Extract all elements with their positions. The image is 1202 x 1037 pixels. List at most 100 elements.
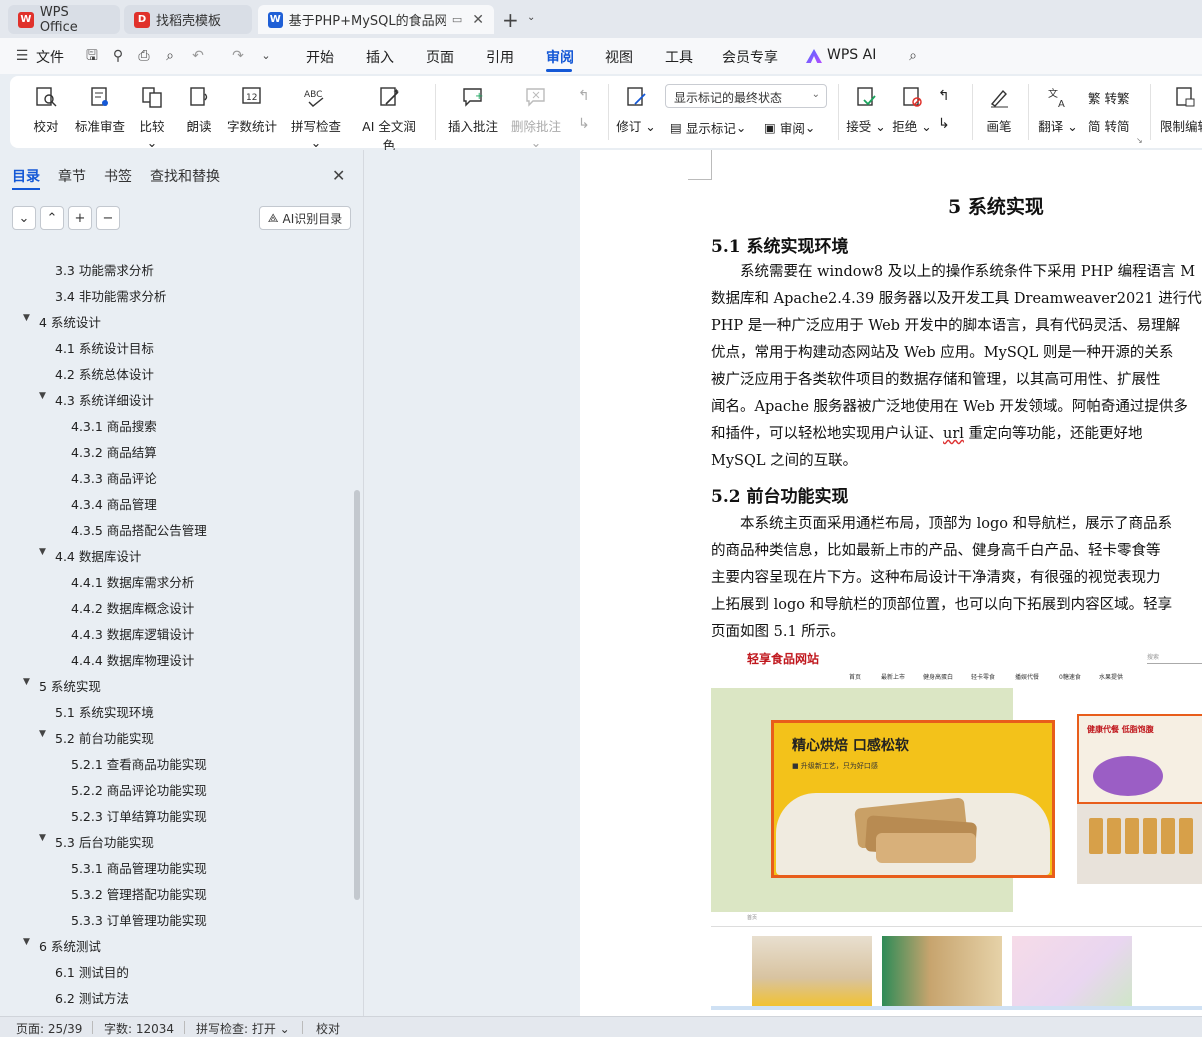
- nav-tab-find-replace[interactable]: 查找和替换: [150, 166, 220, 186]
- toc-item[interactable]: 4.4.1 数据库需求分析: [71, 572, 194, 592]
- chevron-down-icon[interactable]: ⌄: [258, 48, 274, 64]
- show-markup-button[interactable]: ▤ 显示标记 ⌄: [670, 118, 746, 137]
- new-tab-plus-icon[interactable]: +: [502, 8, 519, 32]
- undo-icon[interactable]: ↶: [190, 48, 206, 64]
- toc-item[interactable]: 4.4.4 数据库物理设计: [71, 650, 194, 670]
- insert-comment-button[interactable]: + 插入批注: [447, 84, 499, 135]
- toc-item[interactable]: ▼ 4.3 系统详细设计: [39, 390, 154, 410]
- print-preview-icon[interactable]: ⌕: [162, 48, 178, 64]
- nav-tab-sections[interactable]: 章节: [58, 166, 86, 186]
- toc-item[interactable]: ▼ 4 系统设计: [23, 312, 101, 332]
- markup-state-select[interactable]: 显示标记的最终状态 ⌄: [665, 84, 827, 108]
- next-change-icon[interactable]: ↳: [938, 116, 950, 132]
- figure-site-screenshot[interactable]: 轻享食品网站 搜索 首页 最新上市 健身高蛋白 轻卡零食 播娱代餐 0糖速食 水…: [711, 648, 1202, 1016]
- link-icon[interactable]: ⚲: [110, 48, 126, 64]
- toc-item[interactable]: 6.2 测试方法: [55, 988, 129, 1008]
- menu-review[interactable]: 审阅: [546, 47, 574, 67]
- spell-check-button[interactable]: ABC 拼写检查 ⌄: [286, 84, 346, 150]
- restrict-edit-button[interactable]: 限制编辑: [1160, 84, 1202, 135]
- toc-item[interactable]: 5.1 系统实现环境: [55, 702, 154, 722]
- toc-scrollbar[interactable]: [354, 490, 360, 900]
- menu-file[interactable]: 文件: [36, 47, 64, 67]
- toc-item[interactable]: 4.3.2 商品结算: [71, 442, 157, 462]
- collapse-all-button[interactable]: ⌄: [12, 206, 36, 230]
- tab-docer[interactable]: D 找稻壳模板: [124, 5, 252, 34]
- toc-item[interactable]: 3.3 功能需求分析: [55, 260, 154, 280]
- nav-tab-toc[interactable]: 目录: [12, 166, 40, 186]
- tab-wps-office[interactable]: W WPS Office: [8, 5, 120, 35]
- to-simplified-button[interactable]: 简转简: [1088, 116, 1130, 135]
- toc-item[interactable]: 5.3.3 订单管理功能实现: [71, 910, 207, 930]
- ribbon-expand-icon[interactable]: ↘: [1136, 136, 1143, 145]
- translate-button[interactable]: 文A 翻译 ⌄: [1038, 84, 1078, 135]
- toc-item[interactable]: 4.2 系统总体设计: [55, 364, 154, 384]
- toc-item[interactable]: ▼ 5.3 后台功能实现: [39, 832, 154, 852]
- tab-document[interactable]: W 基于PHP+MySQL的食品网站 ▭ ✕: [258, 5, 494, 34]
- expand-up-button[interactable]: ⌃: [40, 206, 64, 230]
- toc-item[interactable]: 6.1 测试目的: [55, 962, 129, 982]
- expand-triangle-icon[interactable]: ▼: [39, 391, 46, 401]
- to-traditional-button[interactable]: 繁转繁: [1088, 88, 1130, 107]
- next-comment-icon[interactable]: ↳: [578, 116, 590, 132]
- expand-triangle-icon[interactable]: ▼: [23, 937, 30, 947]
- toc-item[interactable]: 4.1 系统设计目标: [55, 338, 154, 358]
- toc-item[interactable]: 3.4 非功能需求分析: [55, 286, 166, 306]
- prev-change-icon[interactable]: ↰: [938, 88, 950, 104]
- toc-item[interactable]: ▼ 5.2 前台功能实现: [39, 728, 154, 748]
- close-icon[interactable]: ✕: [472, 12, 484, 28]
- read-aloud-button[interactable]: 朗读: [184, 84, 214, 135]
- pen-button[interactable]: 画笔: [982, 84, 1016, 135]
- menu-insert[interactable]: 插入: [366, 47, 394, 67]
- proofread-button[interactable]: 校对: [28, 84, 64, 135]
- page-indicator[interactable]: 页面: 25/39: [16, 1020, 82, 1037]
- close-icon[interactable]: ✕: [332, 166, 345, 185]
- toc-item[interactable]: 5.3.2 管理搭配功能实现: [71, 884, 207, 904]
- expand-triangle-icon[interactable]: ▼: [39, 833, 46, 843]
- redo-icon[interactable]: ↷: [230, 48, 246, 64]
- proof-status[interactable]: 校对: [316, 1020, 340, 1037]
- word-count-button[interactable]: 12 字数统计: [226, 84, 278, 135]
- hamburger-icon[interactable]: ☰: [14, 48, 30, 64]
- prev-comment-icon[interactable]: ↰: [578, 88, 590, 104]
- toc-item[interactable]: 5.2.2 商品评论功能实现: [71, 780, 207, 800]
- toc-item[interactable]: ▼ 4.4 数据库设计: [39, 546, 141, 566]
- standard-review-button[interactable]: 标准审查: [74, 84, 126, 135]
- menu-tools[interactable]: 工具: [665, 47, 693, 67]
- toc-item[interactable]: 5.2.1 查看商品功能实现: [71, 754, 207, 774]
- menu-reference[interactable]: 引用: [486, 47, 514, 67]
- toc-item[interactable]: ▼ 5 系统实现: [23, 676, 101, 696]
- expand-triangle-icon[interactable]: ▼: [39, 547, 46, 557]
- add-heading-button[interactable]: +: [68, 206, 92, 230]
- chevron-down-icon[interactable]: ⌄: [527, 12, 535, 23]
- menu-page[interactable]: 页面: [426, 47, 454, 67]
- toc-item[interactable]: 4.3.1 商品搜索: [71, 416, 157, 436]
- ai-polish-button[interactable]: ✦ AI 全文润色: [356, 84, 422, 154]
- menu-wps-ai[interactable]: WPS AI: [827, 47, 876, 63]
- toc-item[interactable]: 4.3.5 商品搭配公告管理: [71, 520, 207, 540]
- accept-button[interactable]: 接受 ⌄: [846, 84, 886, 135]
- toc-item[interactable]: 4.3.4 商品管理: [71, 494, 157, 514]
- expand-triangle-icon[interactable]: ▼: [23, 677, 30, 687]
- expand-triangle-icon[interactable]: ▼: [23, 313, 30, 323]
- monitor-icon[interactable]: ▭: [452, 13, 462, 26]
- search-icon[interactable]: ⌕: [905, 48, 921, 64]
- toc-item[interactable]: 4.4.3 数据库逻辑设计: [71, 624, 194, 644]
- spelling-error-word[interactable]: url: [943, 426, 964, 442]
- reject-button[interactable]: 拒绝 ⌄: [892, 84, 932, 135]
- expand-triangle-icon[interactable]: ▼: [39, 729, 46, 739]
- word-count[interactable]: 字数: 12034: [104, 1020, 174, 1037]
- save-icon[interactable]: 🖫: [84, 48, 100, 64]
- remove-heading-button[interactable]: −: [96, 206, 120, 230]
- ai-toc-button[interactable]: ⟁ AI识别目录: [259, 206, 351, 230]
- toc-item[interactable]: 4.4.2 数据库概念设计: [71, 598, 194, 618]
- toc-item[interactable]: 5.3.1 商品管理功能实现: [71, 858, 207, 878]
- toc-item[interactable]: 4.3.3 商品评论: [71, 468, 157, 488]
- nav-tab-bookmarks[interactable]: 书签: [104, 166, 132, 186]
- revise-button[interactable]: 修订 ⌄: [616, 84, 656, 135]
- print-icon[interactable]: ⎙: [136, 48, 152, 64]
- menu-home[interactable]: 开始: [306, 47, 334, 67]
- toc-item[interactable]: ▼ 6 系统测试: [23, 936, 101, 956]
- spell-check-status[interactable]: 拼写检查: 打开 ⌄: [196, 1020, 290, 1037]
- document-page[interactable]: 5 系统实现 5.1 系统实现环境 系统需要在 window8 及以上的操作系统…: [580, 150, 1202, 1016]
- menu-view[interactable]: 视图: [605, 47, 633, 67]
